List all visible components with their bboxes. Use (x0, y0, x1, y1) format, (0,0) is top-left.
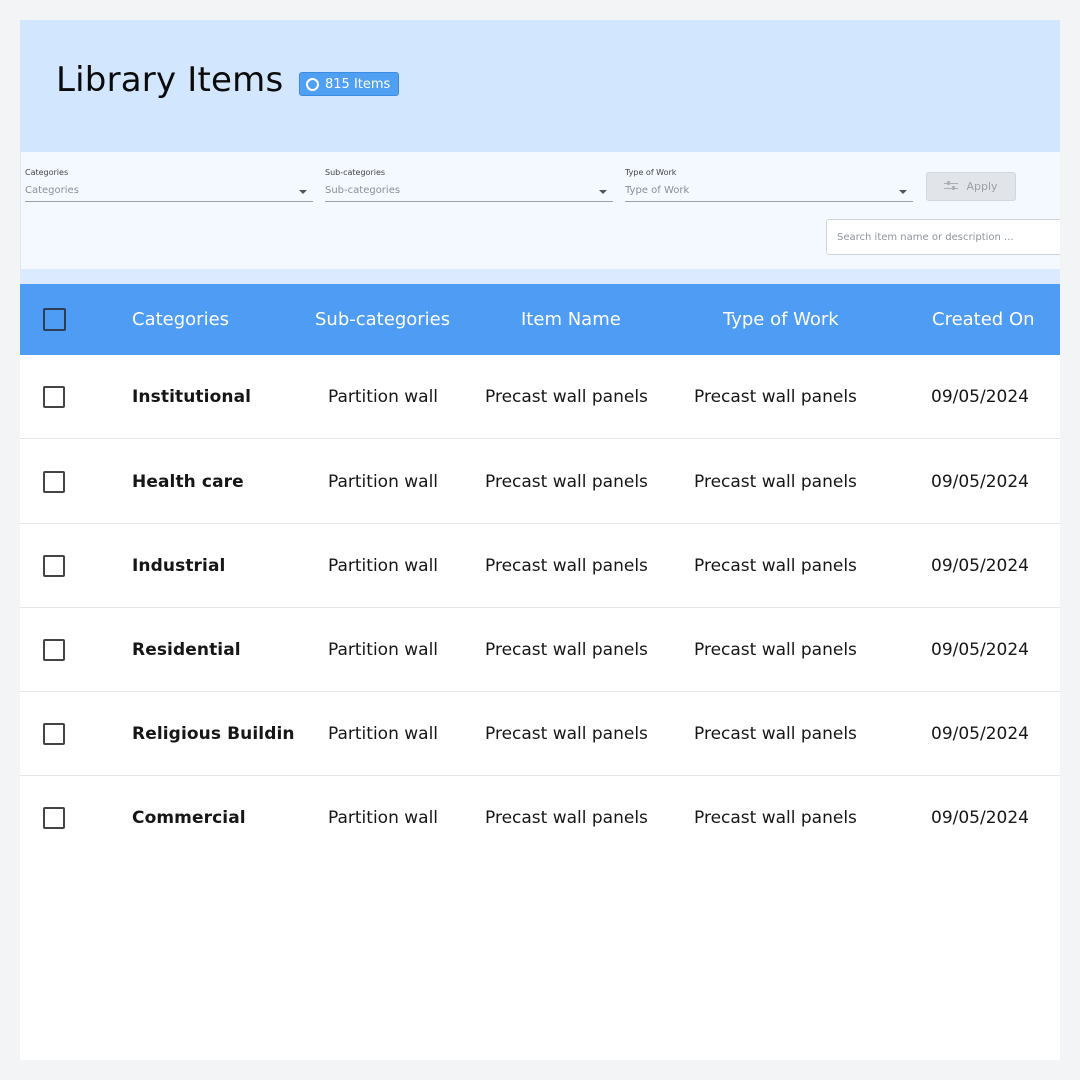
page-header: Library Items 815 Items (20, 20, 1060, 152)
created-on-cell: 09/05/2024 (931, 387, 1029, 407)
item-name-cell: Precast wall panels (485, 472, 648, 492)
created-on-cell: 09/05/2024 (931, 640, 1029, 660)
item-name-cell: Precast wall panels (485, 387, 648, 407)
caret-down-icon (599, 190, 607, 194)
category-cell: Industrial (132, 556, 226, 576)
sub-categories-select[interactable]: Sub-categories (325, 182, 613, 202)
table-row[interactable]: Residential Partition wall Precast wall … (20, 608, 1060, 692)
filter-bar: Categories Categories Sub-categories Sub… (20, 152, 1060, 269)
type-of-work-cell: Precast wall panels (694, 472, 857, 492)
type-of-work-cell: Precast wall panels (694, 724, 857, 744)
page-title: Library Items (56, 60, 284, 100)
sub-category-cell: Partition wall (328, 556, 439, 576)
column-header-type-of-work[interactable]: Type of Work (723, 284, 839, 355)
category-cell: Religious Buildin (132, 724, 295, 744)
row-checkbox[interactable] (43, 471, 65, 493)
categories-select[interactable]: Categories (25, 182, 313, 202)
category-cell: Commercial (132, 808, 246, 828)
sub-categories-filter-label: Sub-categories (325, 168, 386, 177)
sub-category-cell: Partition wall (328, 640, 439, 660)
caret-down-icon (299, 190, 307, 194)
sub-category-cell: Partition wall (328, 808, 439, 828)
table-row[interactable]: Commercial Partition wall Precast wall p… (20, 776, 1060, 860)
type-of-work-cell: Precast wall panels (694, 556, 857, 576)
row-checkbox[interactable] (43, 807, 65, 829)
category-cell: Institutional (132, 387, 252, 407)
column-header-created-on[interactable]: Created On (932, 284, 1035, 355)
caret-down-icon (899, 190, 907, 194)
sub-category-cell: Partition wall (328, 472, 439, 492)
column-header-item-name[interactable]: Item Name (521, 284, 621, 355)
sub-categories-filter: Sub-categories Sub-categories (325, 168, 613, 202)
created-on-cell: 09/05/2024 (931, 556, 1029, 576)
row-checkbox[interactable] (43, 386, 65, 408)
item-count-badge: 815 Items (299, 72, 400, 96)
item-name-cell: Precast wall panels (485, 724, 648, 744)
category-cell: Health care (132, 472, 244, 492)
apply-button-label: Apply (966, 180, 998, 193)
table-row[interactable]: Industrial Partition wall Precast wall p… (20, 524, 1060, 608)
filter-divider (20, 269, 1060, 284)
row-checkbox[interactable] (43, 723, 65, 745)
library-items-panel: Library Items 815 Items Categories Categ… (20, 20, 1060, 1060)
categories-select-value: Categories (25, 185, 79, 196)
sub-categories-select-value: Sub-categories (325, 185, 401, 196)
type-of-work-cell: Precast wall panels (694, 387, 857, 407)
table-row[interactable]: Health care Partition wall Precast wall … (20, 440, 1060, 524)
type-of-work-filter: Type of Work Type of Work (625, 168, 913, 202)
sliders-icon (944, 180, 959, 193)
sub-category-cell: Partition wall (328, 724, 439, 744)
type-of-work-select[interactable]: Type of Work (625, 182, 913, 202)
search-input[interactable]: Search item name or description ... (826, 219, 1060, 255)
sub-category-cell: Partition wall (328, 387, 439, 407)
created-on-cell: 09/05/2024 (931, 472, 1029, 492)
row-checkbox[interactable] (43, 639, 65, 661)
type-of-work-filter-label: Type of Work (625, 168, 677, 177)
item-name-cell: Precast wall panels (485, 640, 648, 660)
item-name-cell: Precast wall panels (485, 556, 648, 576)
categories-filter: Categories Categories (25, 168, 313, 202)
type-of-work-cell: Precast wall panels (694, 808, 857, 828)
search-placeholder: Search item name or description ... (837, 231, 1014, 243)
categories-filter-label: Categories (25, 168, 69, 177)
select-all-checkbox[interactable] (43, 308, 66, 331)
type-of-work-select-value: Type of Work (625, 185, 690, 196)
circle-icon (306, 77, 319, 91)
item-count-text: 815 Items (325, 76, 391, 92)
created-on-cell: 09/05/2024 (931, 808, 1029, 828)
item-name-cell: Precast wall panels (485, 808, 648, 828)
apply-button[interactable]: Apply (926, 172, 1016, 201)
table-header: Categories Sub-categories Item Name Type… (20, 284, 1060, 355)
row-checkbox[interactable] (43, 555, 65, 577)
column-header-categories[interactable]: Categories (132, 284, 229, 355)
table-row[interactable]: Institutional Partition wall Precast wal… (20, 355, 1060, 439)
table-row[interactable]: Religious Buildin Partition wall Precast… (20, 692, 1060, 776)
created-on-cell: 09/05/2024 (931, 724, 1029, 744)
category-cell: Residential (132, 640, 241, 660)
column-header-sub-categories[interactable]: Sub-categories (315, 284, 450, 355)
type-of-work-cell: Precast wall panels (694, 640, 857, 660)
